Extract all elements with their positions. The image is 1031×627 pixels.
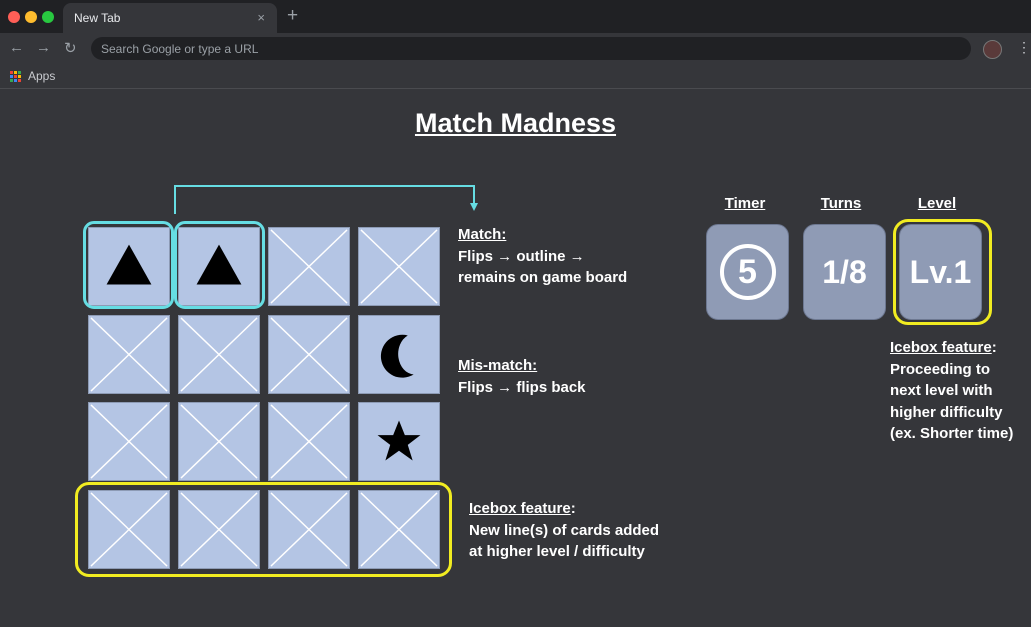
card-face-down[interactable] — [88, 402, 170, 481]
placeholder-x-icon — [360, 229, 438, 304]
icebox-board-line: New line(s) of cards added — [469, 521, 660, 539]
card-face-down[interactable] — [268, 315, 350, 394]
icebox-level-line: higher difficulty — [890, 403, 1003, 421]
turns-label: Turns — [820, 195, 862, 212]
card-face-down[interactable] — [268, 227, 350, 306]
timer-box: 5 — [706, 224, 789, 320]
star-icon — [377, 420, 421, 461]
mismatch-note-line: Flips → flips back — [458, 378, 586, 396]
turns-value: 1/8 — [822, 253, 867, 290]
placeholder-x-icon — [270, 317, 348, 392]
icebox-level-line: next level with — [890, 382, 993, 399]
icebox-board-colon: : — [570, 500, 576, 517]
icebox-board-note: Icebox feature: New line(s) of cards add… — [469, 498, 659, 563]
card-face-down[interactable] — [358, 227, 440, 306]
timer-value: 5 — [738, 252, 757, 291]
placeholder-x-icon — [270, 229, 348, 304]
mismatch-note: Mis-match: Flips → flips back — [458, 355, 586, 398]
icebox-row-outline — [75, 482, 452, 577]
level-label: Level — [917, 195, 957, 212]
placeholder-x-icon — [180, 317, 258, 392]
icebox-level-note: Icebox feature: Proceeding to next level… — [890, 337, 1013, 445]
card-moon[interactable] — [358, 315, 440, 394]
match-note-line: remains on game board — [458, 269, 628, 286]
placeholder-x-icon — [270, 404, 348, 479]
placeholder-x-icon — [90, 317, 168, 392]
card-face-down[interactable] — [178, 315, 260, 394]
turns-box: 1/8 — [803, 224, 886, 320]
card-face-down[interactable] — [88, 315, 170, 394]
icebox-level-colon: : — [991, 339, 997, 356]
card-face-down[interactable] — [268, 402, 350, 481]
timer-ring-icon: 5 — [719, 244, 776, 300]
icebox-level-heading: Icebox feature — [890, 339, 992, 356]
mismatch-note-heading: Mis-match: — [458, 357, 538, 374]
match-outline-card-1 — [83, 221, 174, 309]
icebox-level-line: Proceeding to — [890, 360, 991, 378]
timer-label: Timer — [724, 195, 766, 212]
match-note-line: Flips → outline → — [458, 247, 585, 265]
icebox-level-line: (ex. Shorter time) — [890, 425, 1014, 442]
icebox-board-line: at higher level / difficulty — [469, 543, 645, 560]
match-note-heading: Match: — [458, 226, 507, 243]
card-face-down[interactable] — [178, 402, 260, 481]
card-star[interactable] — [358, 402, 440, 481]
icebox-board-heading: Icebox feature — [469, 500, 571, 517]
match-note: Match: Flips → outline → remains on game… — [458, 224, 627, 289]
placeholder-x-icon — [90, 404, 168, 479]
placeholder-x-icon — [180, 404, 258, 479]
moon-icon — [380, 334, 414, 378]
level-icebox-outline — [893, 219, 992, 325]
match-outline-card-2 — [174, 221, 265, 309]
